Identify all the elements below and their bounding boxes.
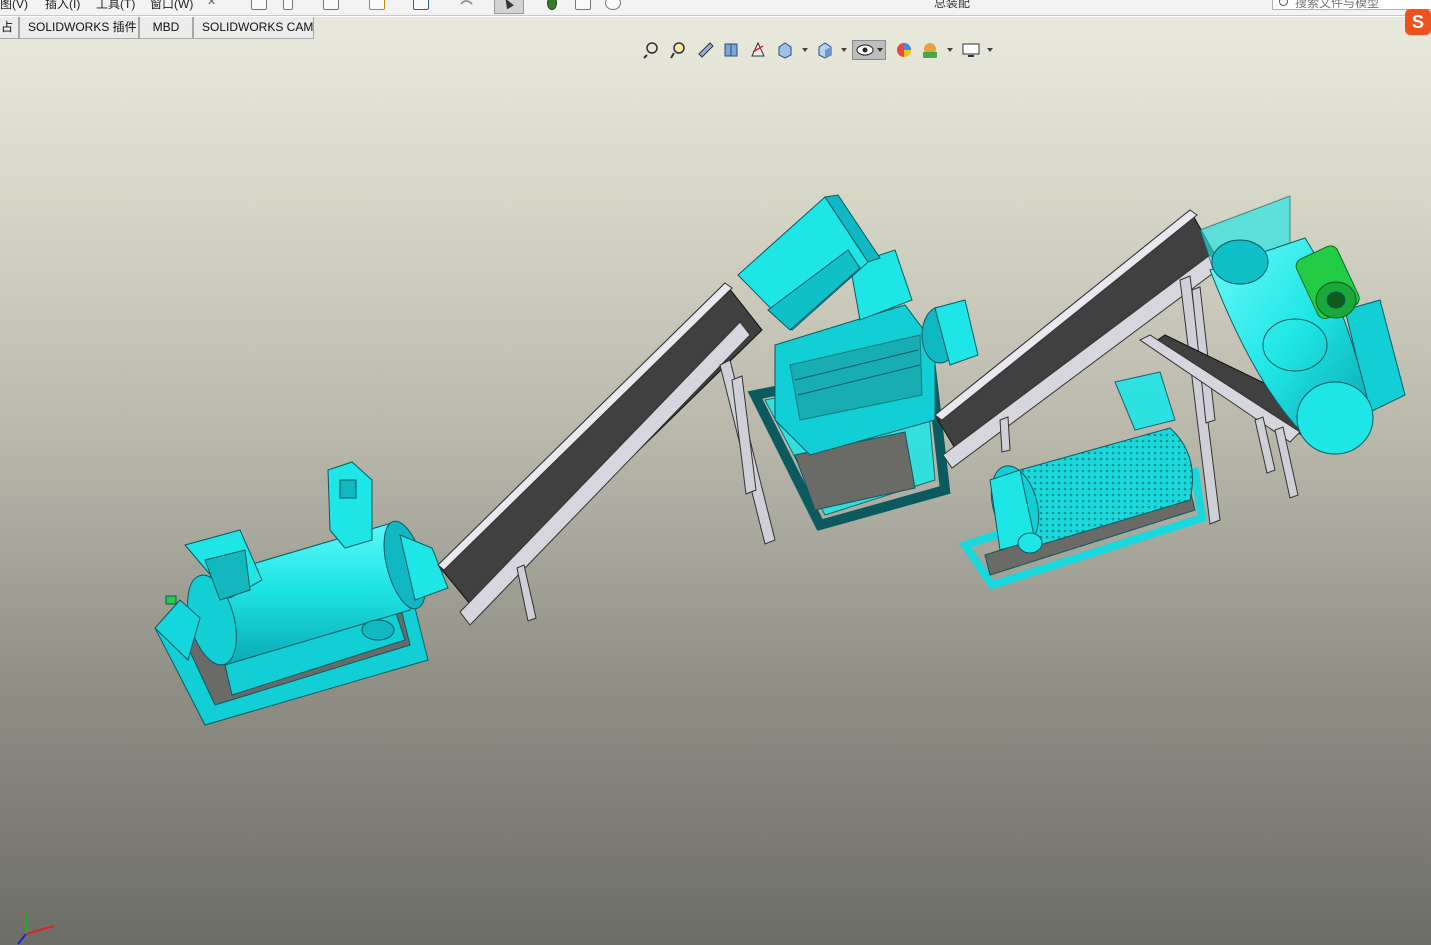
tab-partial[interactable]: 占 xyxy=(0,17,19,39)
x-axis xyxy=(25,925,55,935)
menu-tools[interactable]: 工具(T) xyxy=(96,0,135,12)
menu-view[interactable]: 图(V) xyxy=(0,0,28,12)
dryer-machine[interactable] xyxy=(154,461,449,726)
section-view-icon[interactable] xyxy=(722,40,742,60)
conveyor-1[interactable] xyxy=(437,282,776,626)
hide-show-items-icon[interactable] xyxy=(852,40,886,60)
traffic-light-icon[interactable] xyxy=(547,0,557,10)
search-placeholder: 搜索文件与模型 xyxy=(1295,0,1380,10)
solidworks-window: 图(V) 插入(I) 工具(T) 窗口(W) ✕ 总装配 搜索文件与模型 占 S… xyxy=(0,0,1431,945)
menu-insert[interactable]: 插入(I) xyxy=(45,0,80,12)
print-icon[interactable] xyxy=(413,0,429,10)
view-orientation-icon[interactable] xyxy=(775,40,795,60)
coordinate-triad xyxy=(17,914,55,945)
zoom-to-area-icon[interactable] xyxy=(669,40,689,60)
options-gear-icon[interactable] xyxy=(605,0,621,10)
view-settings-dropdown[interactable] xyxy=(987,48,993,52)
sketch-icon[interactable] xyxy=(323,0,339,10)
tab-solidworks-cam[interactable]: SOLIDWORKS CAM xyxy=(193,17,314,39)
view-settings-icon[interactable] xyxy=(961,40,981,60)
ime-sogou-icon[interactable]: S xyxy=(1405,9,1431,35)
view-orientation-dropdown[interactable] xyxy=(802,48,808,52)
menu-toolbar-strip: 图(V) 插入(I) 工具(T) 窗口(W) ✕ 总装配 搜索文件与模型 xyxy=(0,0,1431,16)
apply-scene-icon[interactable] xyxy=(920,40,940,60)
display-style-dropdown[interactable] xyxy=(841,48,847,52)
apply-scene-dropdown[interactable] xyxy=(947,48,953,52)
undo-icon[interactable] xyxy=(458,0,474,10)
document-title: 总装配 xyxy=(934,0,971,10)
file-properties-icon[interactable] xyxy=(575,0,591,10)
home-icon[interactable] xyxy=(251,0,267,10)
edit-appearance-icon[interactable] xyxy=(894,40,914,60)
tab-solidworks-addins[interactable]: SOLIDWORKS 插件 xyxy=(19,17,139,39)
menu-window[interactable]: 窗口(W) xyxy=(150,0,193,12)
search-icon xyxy=(1279,0,1288,6)
menu-pin-icon[interactable]: ✕ xyxy=(207,0,216,8)
crusher-machine[interactable] xyxy=(737,194,979,531)
motor-indicator xyxy=(165,595,177,605)
select-arrow-icon[interactable] xyxy=(494,0,524,14)
z-axis xyxy=(17,933,27,945)
tab-mbd[interactable]: MBD xyxy=(139,17,193,39)
rebuild-warning-icon[interactable] xyxy=(369,0,385,10)
new-file-icon[interactable] xyxy=(283,0,293,10)
display-style-icon[interactable] xyxy=(815,40,835,60)
assembly-model[interactable] xyxy=(0,17,1431,945)
previous-view-icon[interactable] xyxy=(696,40,716,60)
graphics-area[interactable] xyxy=(0,17,1431,945)
dynamic-annotation-icon[interactable] xyxy=(748,40,768,60)
washing-drum-machine[interactable] xyxy=(1199,195,1406,455)
zoom-to-fit-icon[interactable] xyxy=(643,40,663,60)
